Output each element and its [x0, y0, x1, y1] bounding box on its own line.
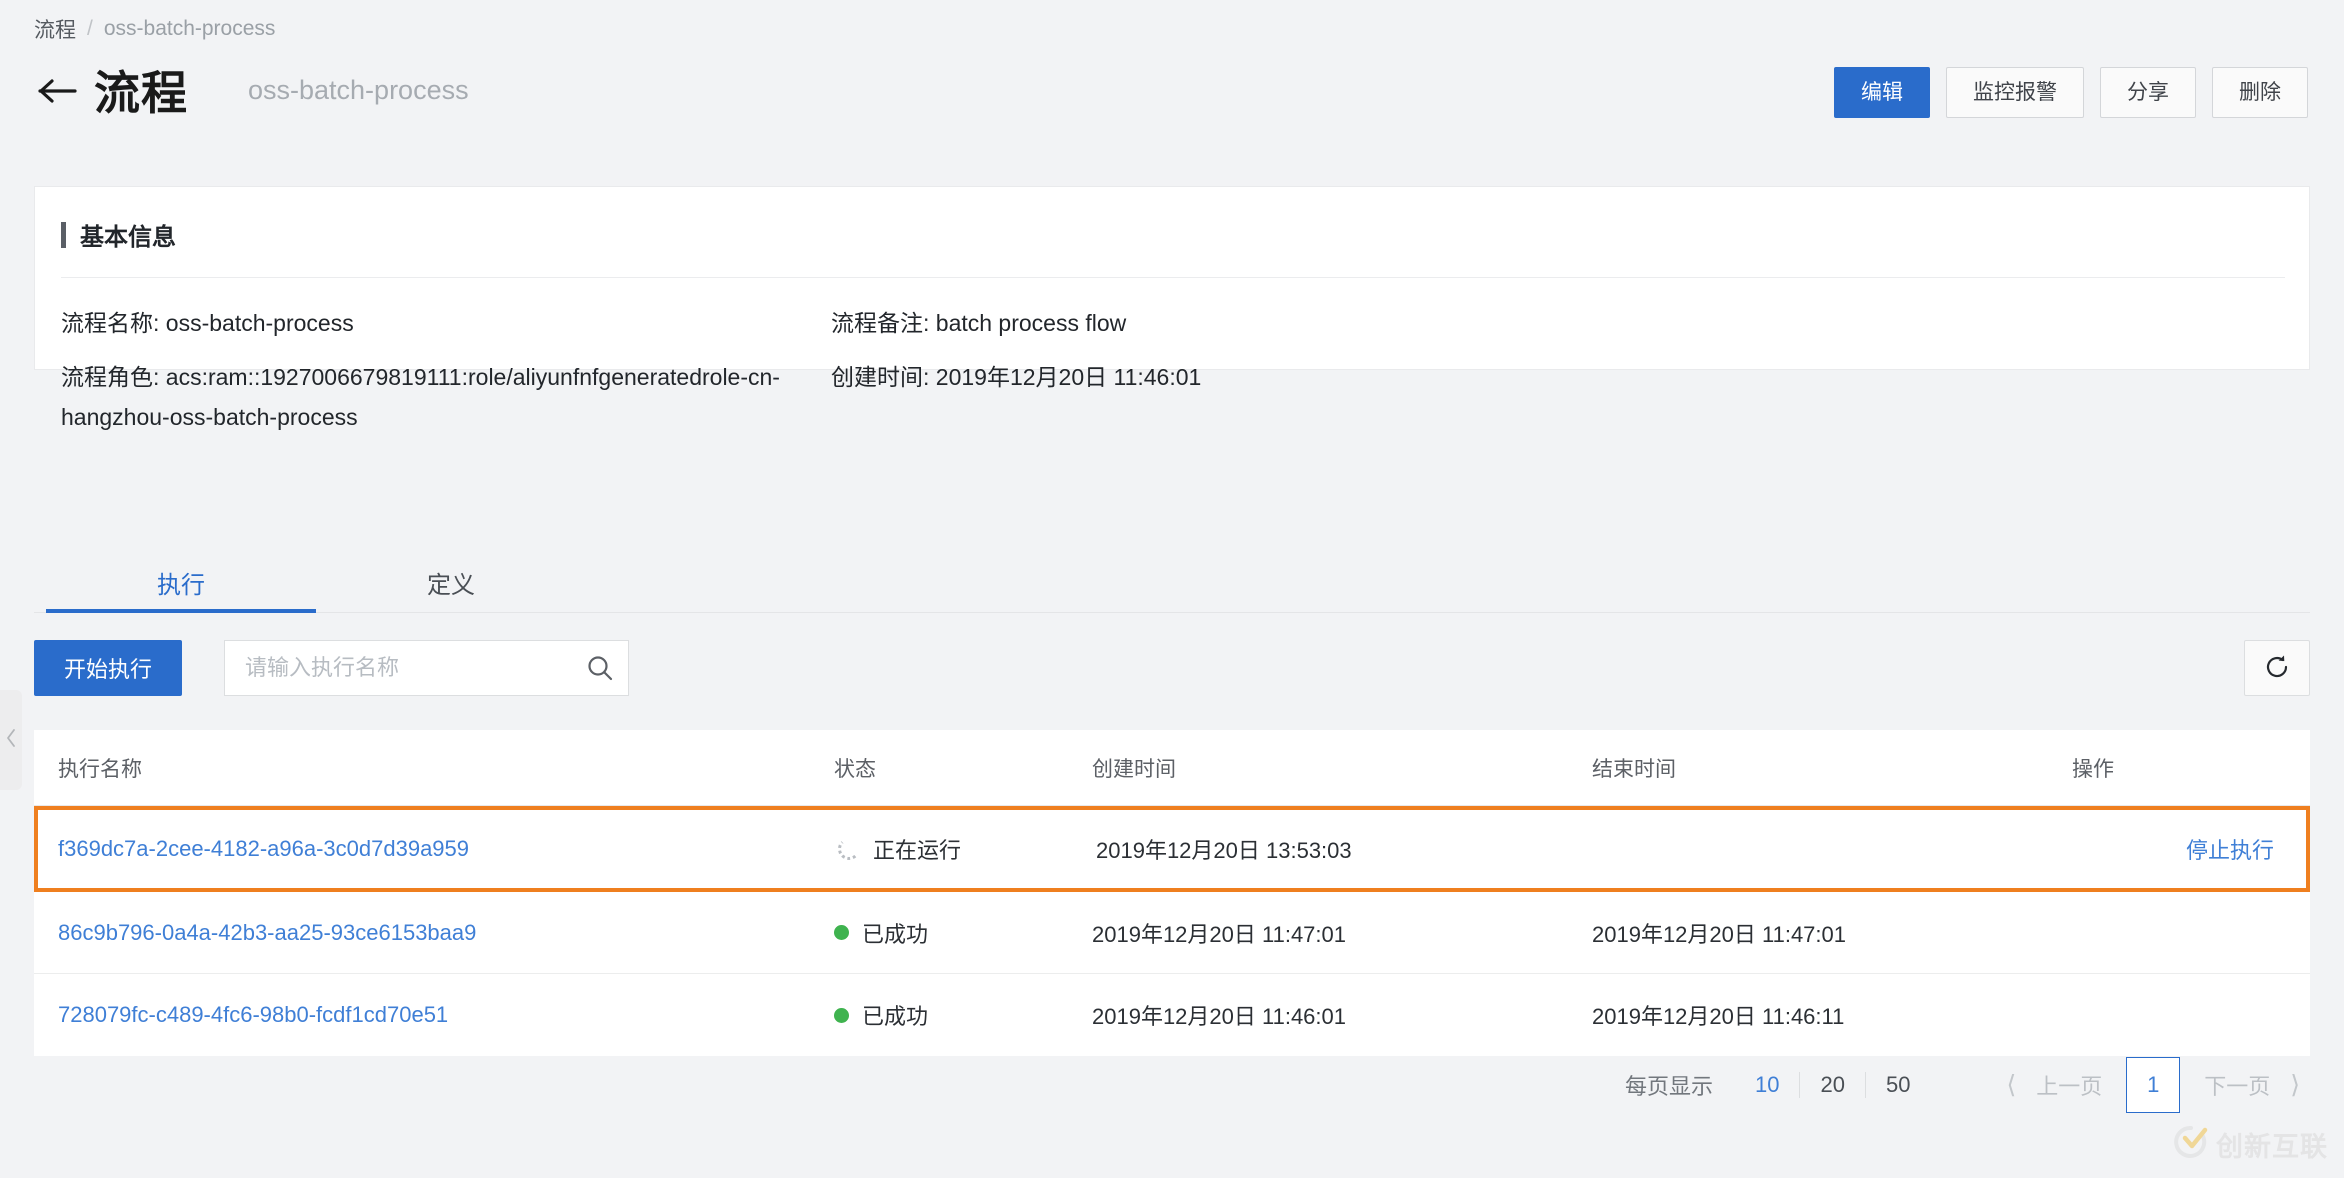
execution-create-time: 2019年12月20日 13:53:03: [1096, 838, 1352, 863]
table-body: f369dc7a-2cee-4182-a96a-3c0d7d39a959 正在运…: [34, 806, 2310, 1056]
basic-info-card: 基本信息 流程名称: oss-batch-process 流程备注: batch…: [34, 186, 2310, 430]
flow-remark-value: 流程备注: batch process flow: [831, 310, 1127, 336]
brand-logo-icon: [2174, 1125, 2208, 1164]
execution-name-link[interactable]: 86c9b796-0a4a-42b3-aa25-93ce6153baa9: [34, 920, 834, 946]
title-accent-bar: [61, 221, 66, 248]
chevron-right-icon[interactable]: ⟩: [2280, 1070, 2310, 1100]
watermark: 创新互联: [2174, 1125, 2328, 1164]
status-label: 已成功: [862, 921, 929, 947]
basic-info-title: 基本信息: [61, 217, 176, 252]
refresh-icon: [2263, 653, 2291, 684]
tab-active-underline: [46, 609, 316, 613]
basic-info-title-text: 基本信息: [80, 224, 176, 251]
stop-execution-link[interactable]: 停止执行: [2186, 838, 2274, 863]
card-divider: [61, 277, 2285, 278]
execution-create-time: 2019年12月20日 11:46:01: [1092, 1004, 1346, 1029]
execution-status: 已成功: [834, 917, 1092, 949]
breadcrumb-current: oss-batch-process: [103, 17, 276, 40]
page-size-50[interactable]: 50: [1866, 1072, 1930, 1098]
page-title: 流程: [94, 67, 188, 119]
breadcrumb-separator: /: [87, 17, 93, 40]
execution-create-time: 2019年12月20日 11:47:01: [1092, 921, 1346, 947]
column-header-status: 状态: [834, 757, 876, 781]
edit-button[interactable]: 编辑: [1834, 67, 1930, 118]
pagination: 每页显示 10 20 50 ⟨ 上一页 1 下一页 ⟩: [1625, 1055, 2310, 1115]
page-root: 流程 / oss-batch-process 流程 oss-batch-proc…: [0, 0, 2344, 1178]
tab-track: [34, 612, 2310, 613]
search-box: [224, 640, 629, 696]
status-dot-success-icon: [834, 1007, 849, 1023]
column-header-action: 操作: [2072, 757, 2114, 781]
pagination-nav: ⟨ 上一页 1 下一页 ⟩: [1996, 1057, 2310, 1113]
column-header-name: 执行名称: [58, 757, 142, 781]
status-label: 已成功: [862, 1004, 929, 1029]
page-size-20[interactable]: 20: [1800, 1072, 1864, 1098]
info-row: 流程角色: acs:ram::1927006679819111:role/ali…: [61, 357, 2291, 437]
search-input[interactable]: [225, 641, 572, 695]
toolbar: 开始执行: [34, 640, 2310, 700]
page-size-10[interactable]: 10: [1735, 1072, 1799, 1098]
header-actions: 编辑 监控报警 分享 删除: [1834, 67, 2308, 118]
tab-bar: 执行 定义: [34, 560, 2310, 614]
chevron-left-icon: [5, 727, 17, 754]
page-header: 流程 oss-batch-process 编辑 监控报警 分享 删除: [0, 55, 2344, 127]
page-size-label: 每页显示: [1624, 1074, 1713, 1099]
breadcrumb: 流程 / oss-batch-process: [34, 14, 275, 44]
breadcrumb-root[interactable]: 流程: [34, 14, 76, 44]
next-page-button[interactable]: 下一页: [2194, 1069, 2280, 1101]
share-button[interactable]: 分享: [2100, 67, 2196, 118]
execution-name-link[interactable]: 728079fc-c489-4fc6-98b0-fcdf1cd70e51: [34, 1002, 834, 1028]
info-row: 流程名称: oss-batch-process 流程备注: batch proc…: [61, 303, 2291, 343]
execution-status: 已成功: [834, 999, 1092, 1031]
table-row[interactable]: f369dc7a-2cee-4182-a96a-3c0d7d39a959 正在运…: [34, 806, 2310, 892]
previous-page-button[interactable]: 上一页: [2026, 1069, 2112, 1101]
chevron-left-icon[interactable]: ⟨: [1996, 1070, 2026, 1100]
page-number-1[interactable]: 1: [2126, 1057, 2181, 1113]
refresh-button[interactable]: [2244, 640, 2310, 696]
loading-spinner-icon: [838, 838, 860, 860]
column-header-create-time: 创建时间: [1092, 757, 1176, 781]
watermark-text: 创新互联: [2216, 1132, 2328, 1162]
start-execution-button[interactable]: 开始执行: [34, 640, 183, 696]
tab-definition[interactable]: 定义: [316, 560, 586, 612]
status-dot-success-icon: [834, 925, 849, 940]
execution-action: 停止执行: [2076, 833, 2306, 865]
execution-end-time: 2019年12月20日 11:47:01: [1592, 921, 1846, 947]
table-row[interactable]: 86c9b796-0a4a-42b3-aa25-93ce6153baa9 已成功…: [34, 892, 2310, 974]
search-icon[interactable]: [572, 641, 628, 695]
sidebar-collapse-handle[interactable]: [0, 690, 22, 790]
flow-role-value: 流程角色: acs:ram::1927006679819111:role/ali…: [61, 364, 780, 430]
create-time-value: 创建时间: 2019年12月20日 11:46:01: [831, 364, 1202, 390]
flow-name-value: 流程名称: oss-batch-process: [61, 310, 354, 336]
table-header-row: 执行名称 状态 创建时间 结束时间 操作: [34, 730, 2310, 806]
execution-status: 正在运行: [838, 833, 1096, 865]
monitor-alarm-button[interactable]: 监控报警: [1946, 67, 2084, 118]
status-label: 正在运行: [873, 838, 962, 863]
delete-button[interactable]: 删除: [2212, 67, 2308, 118]
execution-end-time: 2019年12月20日 11:46:11: [1592, 1004, 1845, 1029]
table-row[interactable]: 728079fc-c489-4fc6-98b0-fcdf1cd70e51 已成功…: [34, 974, 2310, 1056]
arrow-left-icon[interactable]: [36, 69, 80, 113]
tab-executions[interactable]: 执行: [46, 560, 316, 612]
column-header-end-time: 结束时间: [1592, 757, 1676, 781]
basic-info-grid: 流程名称: oss-batch-process 流程备注: batch proc…: [61, 303, 2291, 437]
execution-name-link[interactable]: f369dc7a-2cee-4182-a96a-3c0d7d39a959: [38, 836, 838, 862]
executions-table: 执行名称 状态 创建时间 结束时间 操作 f369dc7a-2cee-4182-…: [34, 730, 2310, 1056]
page-subtitle: oss-batch-process: [248, 75, 469, 105]
